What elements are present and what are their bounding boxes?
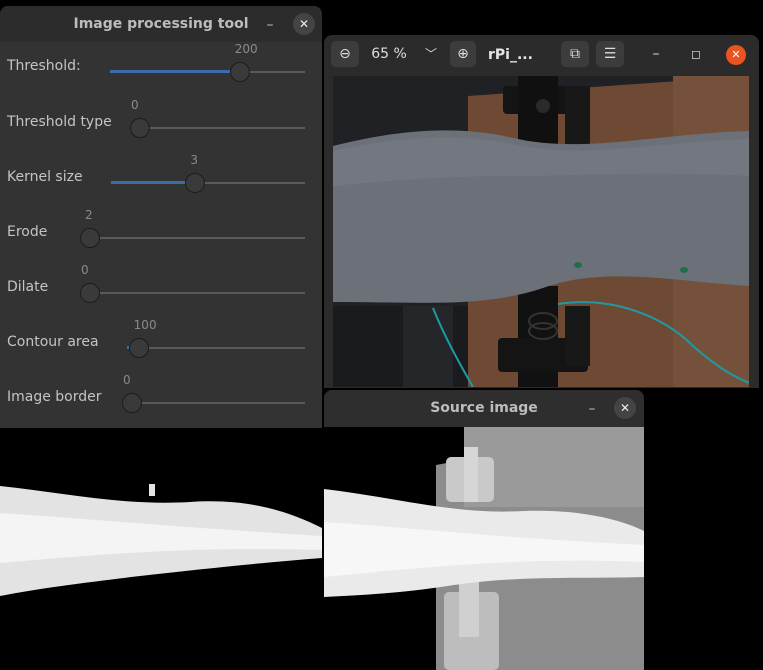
slider-value: 0	[123, 373, 131, 387]
trackbar-label: Dilate	[7, 279, 49, 295]
slider-value: 0	[131, 98, 139, 112]
slider-fill	[110, 70, 239, 73]
source-titlebar[interactable]: Source image – ✕	[324, 390, 644, 427]
zoom-level[interactable]: 65 %	[366, 41, 412, 67]
slider-fill	[111, 181, 195, 184]
trackbar-label: Image border	[7, 389, 102, 405]
slider-handle[interactable]	[80, 228, 100, 248]
camera-photo	[333, 76, 749, 387]
close-button[interactable]: ✕	[726, 45, 746, 65]
slider-value: 2	[85, 208, 93, 222]
viewer-title: rPi_...	[488, 47, 533, 63]
slider-track[interactable]	[127, 347, 305, 349]
rotate-button[interactable]: ⧉	[561, 41, 589, 67]
zoom-menu-button[interactable]: ﹀	[418, 41, 444, 67]
threshold-image	[0, 428, 322, 670]
trackbar-label: Threshold:	[7, 58, 81, 74]
source-image-window: Source image – ✕	[324, 390, 644, 670]
close-button[interactable]: ✕	[293, 13, 315, 35]
slider-handle[interactable]	[80, 283, 100, 303]
trackbar-label: Kernel size	[7, 169, 83, 185]
minimize-button[interactable]: –	[581, 398, 603, 420]
tool-titlebar[interactable]: Image processing tool – ✕	[0, 6, 322, 42]
zoom-in-button[interactable]: ⊕	[450, 41, 476, 67]
slider-handle[interactable]	[185, 173, 206, 193]
image-processing-tool-window: Image processing tool – ✕ Threshold: 200 T…	[0, 6, 322, 428]
slider-value: 100	[133, 318, 157, 332]
slider-track[interactable]	[80, 292, 305, 294]
menu-button[interactable]: ☰	[596, 41, 624, 67]
slider-track[interactable]	[122, 402, 305, 404]
image-viewer-window: ⊖ 65 % ﹀ ⊕ rPi_... ⧉ ☰ – ◻ ✕	[324, 35, 759, 388]
slider-handle[interactable]	[122, 393, 142, 413]
trackbar-label: Erode	[7, 224, 48, 240]
slider-value: 200	[234, 42, 258, 56]
slider-track[interactable]	[80, 237, 305, 239]
slider-handle[interactable]	[128, 338, 149, 358]
zoom-out-button[interactable]: ⊖	[331, 41, 359, 67]
slider-value: 3	[190, 153, 199, 167]
slider-track[interactable]	[130, 127, 305, 129]
slider-handle[interactable]	[229, 62, 250, 82]
slider-handle[interactable]	[130, 118, 150, 138]
close-button[interactable]: ✕	[614, 397, 636, 419]
slider-value: 0	[81, 263, 89, 277]
trackbar-label: Contour area	[7, 334, 99, 350]
maximize-button[interactable]: ◻	[683, 41, 709, 67]
source-image	[324, 427, 644, 670]
minimize-button[interactable]: –	[643, 41, 669, 67]
trackbar-label: Threshold type	[7, 114, 112, 130]
minimize-button[interactable]: –	[259, 14, 281, 36]
